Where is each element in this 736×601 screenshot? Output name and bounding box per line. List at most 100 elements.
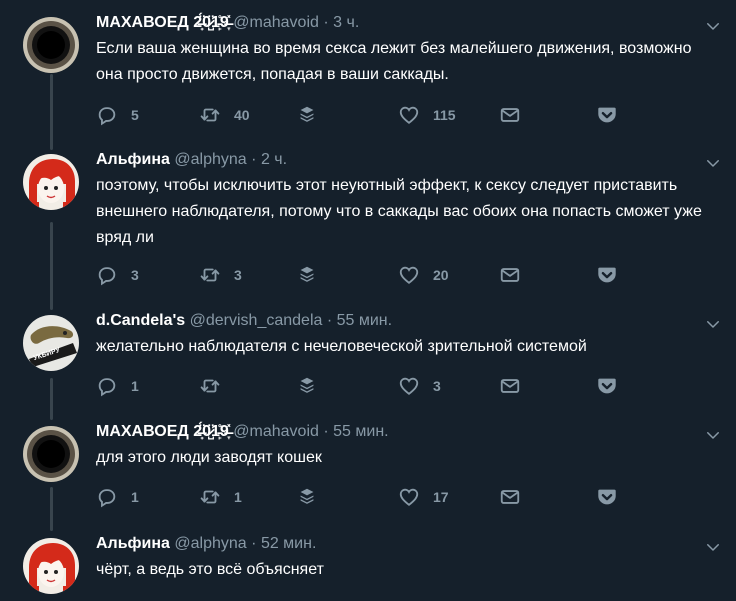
stack-button[interactable] xyxy=(296,485,318,509)
retweet-button[interactable]: 1 xyxy=(199,485,242,509)
retweet-button[interactable]: 3 xyxy=(199,263,242,287)
user-handle[interactable]: @mahavoid xyxy=(233,14,319,31)
reply-icon xyxy=(96,104,118,126)
reply-count: 5 xyxy=(131,107,139,123)
timestamp[interactable]: 55 мин. xyxy=(333,423,388,440)
like-button[interactable]: 115 xyxy=(398,103,456,127)
avatar[interactable] xyxy=(23,538,79,594)
timestamp[interactable]: 2 ч. xyxy=(261,151,287,168)
display-name[interactable]: МАХАВОЕД 2̶̟̈́0̷̺̈1̵̙̊9̶̞̽ xyxy=(96,14,229,31)
stack-button[interactable] xyxy=(296,263,318,287)
thread-line xyxy=(50,378,53,420)
tweet-text: чёрт, а ведь это всё объясняет xyxy=(96,561,324,578)
stack-button[interactable] xyxy=(296,374,318,398)
dm-button[interactable] xyxy=(499,374,521,398)
timestamp[interactable]: 55 мин. xyxy=(337,312,392,329)
pocket-button[interactable] xyxy=(596,485,618,509)
stack-button[interactable] xyxy=(296,103,318,127)
avatar-image xyxy=(23,154,79,210)
heart-icon xyxy=(398,264,420,286)
display-name[interactable]: Альфина xyxy=(96,151,170,168)
thread-line xyxy=(50,74,53,150)
retweet-count: 1 xyxy=(234,489,242,505)
pocket-button[interactable] xyxy=(596,263,618,287)
retweet-icon xyxy=(199,375,221,397)
stack-icon xyxy=(296,486,318,508)
display-name[interactable]: Альфина xyxy=(96,535,170,552)
retweet-button[interactable] xyxy=(199,374,234,398)
tweet-actions: 5 40 115 xyxy=(96,103,636,127)
chevron-down-icon[interactable] xyxy=(704,17,722,35)
reply-icon xyxy=(96,264,118,286)
user-handle[interactable]: @alphyna xyxy=(174,535,246,552)
like-button[interactable]: 20 xyxy=(398,263,449,287)
reply-count: 3 xyxy=(131,267,139,283)
pocket-icon xyxy=(596,264,618,286)
dm-button[interactable] xyxy=(499,263,521,287)
avatar[interactable]: УКБИРУ xyxy=(23,315,79,371)
user-handle[interactable]: @mahavoid xyxy=(233,423,319,440)
stack-icon xyxy=(296,264,318,286)
reply-button[interactable]: 3 xyxy=(96,263,139,287)
timestamp[interactable]: 3 ч. xyxy=(333,14,359,31)
separator-dot: · xyxy=(323,423,329,440)
retweet-icon xyxy=(199,486,221,508)
separator-dot: · xyxy=(251,535,257,552)
retweet-count: 3 xyxy=(234,267,242,283)
tweet-text: для этого люди заводят кошек xyxy=(96,449,322,466)
user-handle[interactable]: @dervish_candela xyxy=(190,312,323,329)
avatar-image xyxy=(23,538,79,594)
tweet-actions: 1 1 17 xyxy=(96,485,636,509)
pocket-icon xyxy=(596,104,618,126)
pocket-button[interactable] xyxy=(596,103,618,127)
user-handle[interactable]: @alphyna xyxy=(174,151,246,168)
chevron-down-icon[interactable] xyxy=(704,154,722,172)
like-count: 3 xyxy=(433,378,441,394)
pocket-icon xyxy=(596,486,618,508)
like-button[interactable]: 3 xyxy=(398,374,441,398)
reply-icon xyxy=(96,486,118,508)
reply-button[interactable]: 1 xyxy=(96,374,139,398)
like-count: 17 xyxy=(433,489,449,505)
tweet-actions: 3 3 20 xyxy=(96,263,636,287)
tweet-header: МАХАВОЕД 2̶̟̈́0̷̺̈1̵̙̊9̶̞̽ @mahavoid · 3… xyxy=(96,13,359,33)
tweet-header: Альфина @alphyna · 52 мин. xyxy=(96,534,316,554)
pocket-icon xyxy=(596,375,618,397)
chevron-down-icon[interactable] xyxy=(704,538,722,556)
display-name[interactable]: МАХАВОЕД 2̶̟̈́0̷̺̈1̵̙̊9̶̞̽ xyxy=(96,423,229,440)
mail-icon xyxy=(499,375,521,397)
separator-dot: · xyxy=(326,312,333,329)
reply-button[interactable]: 5 xyxy=(96,103,139,127)
tweet-header: Альфина @alphyna · 2 ч. xyxy=(96,150,287,170)
tweet-text: поэтому, чтобы исключить этот неуютный э… xyxy=(96,177,702,246)
reply-button[interactable]: 1 xyxy=(96,485,139,509)
chevron-down-icon[interactable] xyxy=(704,426,722,444)
avatar[interactable] xyxy=(23,426,79,482)
heart-icon xyxy=(398,375,420,397)
avatar[interactable] xyxy=(23,154,79,210)
like-button[interactable]: 17 xyxy=(398,485,449,509)
retweet-icon xyxy=(199,264,221,286)
stack-icon xyxy=(296,104,318,126)
retweet-count: 40 xyxy=(234,107,250,123)
retweet-icon xyxy=(199,104,221,126)
reply-count: 1 xyxy=(131,489,139,505)
chevron-down-icon[interactable] xyxy=(704,315,722,333)
thread-line xyxy=(50,487,53,531)
pocket-button[interactable] xyxy=(596,374,618,398)
heart-icon xyxy=(398,486,420,508)
separator-dot: · xyxy=(323,14,329,31)
avatar-image xyxy=(23,17,79,73)
avatar-image xyxy=(23,426,79,482)
tweet-actions: 1 3 xyxy=(96,374,636,398)
dm-button[interactable] xyxy=(499,485,521,509)
stack-icon xyxy=(296,375,318,397)
dm-button[interactable] xyxy=(499,103,521,127)
display-name[interactable]: d.Candela's xyxy=(96,312,185,329)
avatar-image xyxy=(23,315,79,371)
avatar[interactable] xyxy=(23,17,79,73)
reply-icon xyxy=(96,375,118,397)
retweet-button[interactable]: 40 xyxy=(199,103,250,127)
timestamp[interactable]: 52 мин. xyxy=(261,535,316,552)
separator-dot: · xyxy=(251,151,257,168)
